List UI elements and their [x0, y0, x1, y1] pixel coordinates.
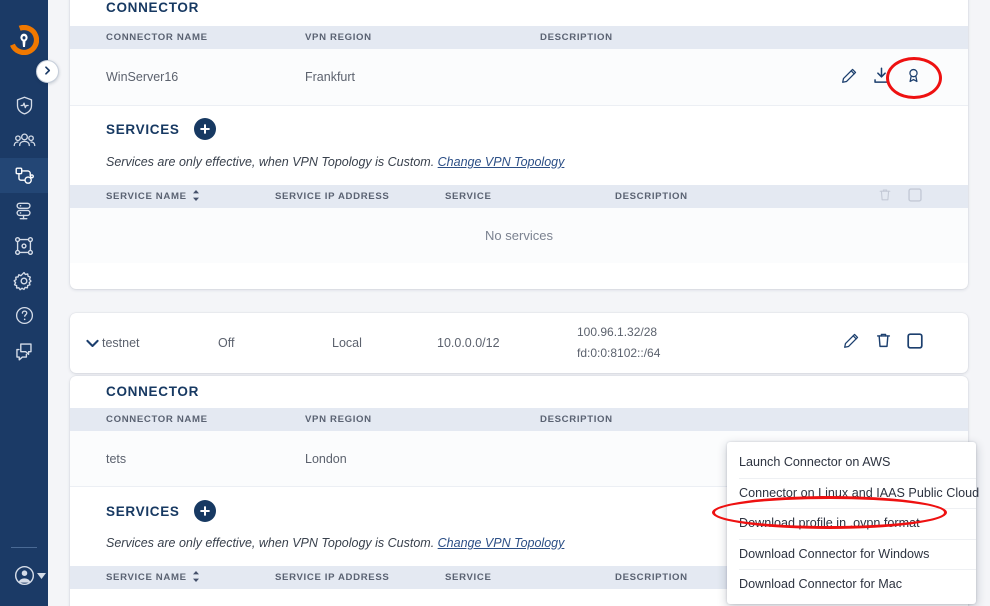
sidebar-bottom: [0, 547, 48, 606]
services-section-title-1: SERVICES: [106, 118, 216, 140]
col-service-2: SERVICE: [445, 572, 492, 583]
testnet-name: testnet: [102, 336, 140, 350]
connector-section-title-1: CONNECTOR: [106, 0, 199, 15]
testnet-status: Off: [218, 336, 235, 350]
col-connector-name: CONNECTOR NAME: [106, 32, 208, 43]
trash-icon[interactable]: [875, 332, 892, 354]
testnet-ip-list: 100.96.1.32/28 fd:0:0:8102::/64: [577, 322, 777, 364]
sidebar-nav: [0, 88, 48, 368]
edit-icon[interactable]: [843, 332, 860, 354]
services-title-text: SERVICES: [106, 121, 180, 137]
col-service-name-label-2: SERVICE NAME: [106, 572, 187, 583]
col-service-ip-address-2: SERVICE IP ADDRESS: [275, 572, 390, 583]
services-empty-state-1: No services: [70, 208, 968, 263]
openvpn-logo[interactable]: [0, 16, 48, 64]
testnet-ipv4: 100.96.1.32/28: [577, 325, 658, 339]
more-options-icon[interactable]: [905, 67, 922, 87]
connector-table-header-2: CONNECTOR NAME VPN REGION DESCRIPTION: [70, 408, 968, 431]
connector-name-value: WinServer16: [106, 70, 179, 84]
services-title-text-2: SERVICES: [106, 503, 180, 519]
sort-icon: [192, 189, 200, 204]
services-table-header-1: SERVICE NAME SERVICE IP ADDRESS SERVICE …: [70, 185, 968, 208]
connector-section-title-2: CONNECTOR: [106, 384, 199, 399]
user-avatar-icon: [13, 564, 36, 592]
add-service-button-1[interactable]: [193, 118, 216, 140]
services-section-title-2: SERVICES: [106, 500, 216, 522]
servers-icon: [13, 200, 35, 222]
question-circle-icon: [14, 305, 35, 326]
change-vpn-topology-link-1[interactable]: Change VPN Topology: [438, 155, 565, 169]
testnet-ipv6: fd:0:0:8102::/64: [577, 346, 661, 360]
download-icon[interactable]: [872, 66, 891, 88]
menu-item-download-ovpn-profile[interactable]: Download profile in .ovpn format: [727, 508, 976, 539]
add-service-button-2[interactable]: [193, 500, 216, 522]
services-header-actions-1: [878, 188, 968, 205]
testnet-subnet: 10.0.0.0/12: [437, 336, 500, 350]
shield-pulse-icon: [14, 95, 35, 116]
connector-title-text: CONNECTOR: [106, 0, 200, 15]
no-services-text: No services: [485, 228, 553, 243]
col-service-name[interactable]: SERVICE NAME: [70, 189, 275, 204]
gear-icon: [13, 270, 35, 292]
menu-item-download-connector-mac[interactable]: Download Connector for Mac: [727, 569, 976, 600]
sidebar-item-support-chat[interactable]: [0, 333, 48, 368]
sidebar-item-user-groups[interactable]: [0, 123, 48, 158]
sidebar-item-help[interactable]: [0, 298, 48, 333]
change-vpn-topology-link-2[interactable]: Change VPN Topology: [438, 536, 565, 550]
caret-down-icon: [37, 567, 46, 585]
app-root: CONNECTOR CONNECTOR NAME VPN REGION DESC…: [0, 0, 990, 606]
connector-name-value-2: tets: [106, 451, 127, 466]
network-nodes-icon: [13, 165, 35, 187]
services-note-text-2: Services are only effective, when VPN To…: [106, 536, 435, 550]
col-service: SERVICE: [445, 191, 492, 202]
chevron-right-icon: [42, 63, 53, 81]
network-detail-card: CONNECTOR CONNECTOR NAME VPN REGION DESC…: [70, 0, 968, 289]
col-service-description: DESCRIPTION: [615, 191, 688, 202]
testnet-type: Local: [332, 336, 362, 350]
services-note-text: Services are only effective, when VPN To…: [106, 155, 435, 169]
services-note-2: Services are only effective, when VPN To…: [106, 536, 564, 550]
col-description-2: DESCRIPTION: [540, 414, 613, 425]
divider: [70, 105, 968, 106]
sidebar-item-settings[interactable]: [0, 263, 48, 298]
testnet-expand-toggle[interactable]: [70, 335, 102, 352]
testnet-summary-row[interactable]: testnet Off Local 10.0.0.0/12 100.96.1.3…: [70, 313, 968, 373]
sidebar-item-networks[interactable]: [0, 158, 48, 193]
sidebar-item-status[interactable]: [0, 88, 48, 123]
sort-icon: [192, 570, 200, 585]
sidebar-expand-button[interactable]: [36, 60, 59, 83]
testnet-row-actions: [843, 332, 968, 354]
connector-region-value-2: London: [305, 451, 347, 466]
account-menu-button[interactable]: [8, 564, 46, 592]
connector-region-value: Frankfurt: [305, 70, 356, 84]
connector-title-text-2: CONNECTOR: [106, 384, 200, 399]
sidebar-item-hosts[interactable]: [0, 193, 48, 228]
connector-table-header-1: CONNECTOR NAME VPN REGION DESCRIPTION: [70, 26, 968, 49]
chat-icon: [13, 340, 35, 362]
users-icon: [13, 129, 36, 152]
topology-icon: [13, 235, 35, 257]
sidebar: [0, 0, 48, 606]
col-vpn-region-2: VPN REGION: [305, 414, 372, 425]
col-service-ip-address: SERVICE IP ADDRESS: [275, 191, 390, 202]
sidebar-divider: [11, 547, 37, 548]
row-checkbox[interactable]: [907, 332, 923, 354]
menu-item-download-connector-windows[interactable]: Download Connector for Windows: [727, 538, 976, 570]
select-all-checkbox[interactable]: [908, 188, 922, 205]
col-description: DESCRIPTION: [540, 32, 613, 43]
col-service-name-label: SERVICE NAME: [106, 191, 187, 202]
col-connector-name-2: CONNECTOR NAME: [106, 414, 208, 425]
connector-row-actions-1: [841, 66, 968, 88]
menu-item-launch-connector-aws[interactable]: Launch Connector on AWS: [727, 447, 976, 478]
edit-icon[interactable]: [841, 67, 858, 87]
trash-icon: [878, 188, 892, 205]
col-vpn-region: VPN REGION: [305, 32, 372, 43]
col-service-name-2[interactable]: SERVICE NAME: [70, 570, 275, 585]
sidebar-item-topology[interactable]: [0, 228, 48, 263]
connector-context-menu: Launch Connector on AWS Connector on Lin…: [727, 442, 979, 604]
menu-item-connector-linux-iaas[interactable]: Connector on Linux and IAAS Public Cloud: [727, 477, 979, 509]
services-note-1: Services are only effective, when VPN To…: [106, 155, 564, 169]
connector-table-row-1[interactable]: WinServer16 Frankfurt: [70, 49, 968, 105]
